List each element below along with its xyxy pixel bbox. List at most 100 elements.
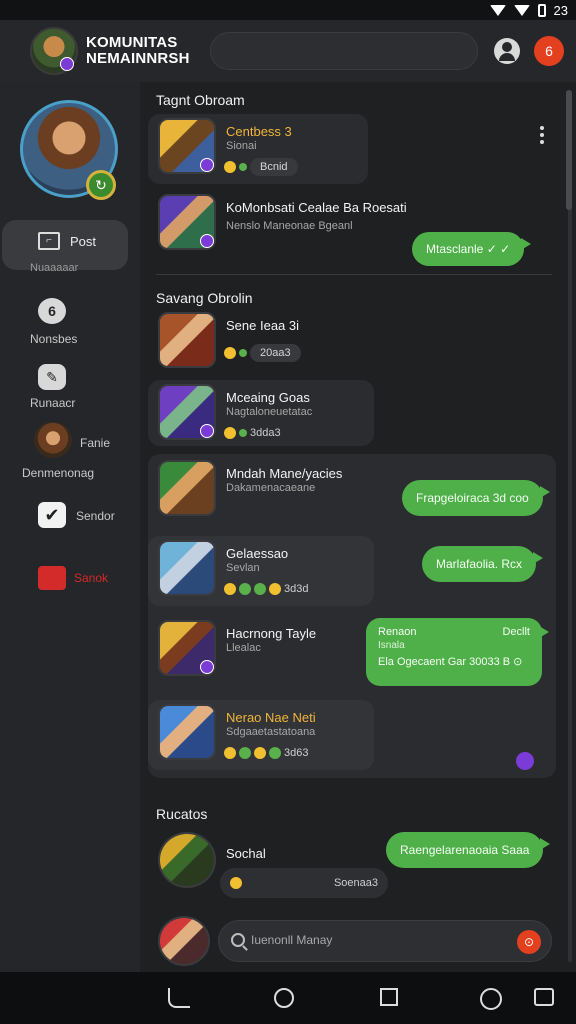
message-bubble[interactable]: Frapgeloiraca 3d coo xyxy=(402,480,550,516)
avatar xyxy=(158,460,216,516)
chat-glyph: ✎ xyxy=(46,368,58,385)
section-divider xyxy=(156,274,552,275)
check-icon xyxy=(239,429,247,437)
community-glyph: 6 xyxy=(48,303,56,319)
sidebar-item-post[interactable]: ⌐ Post Nuaaaaar xyxy=(2,220,128,274)
message-tag: Decllt xyxy=(502,626,530,638)
message-title: Renaon xyxy=(378,626,417,638)
message-input[interactable]: Iuenonll Manay ⊙ xyxy=(218,920,552,962)
thread-name: Sene Ieaa 3i xyxy=(226,318,300,333)
badge-icon xyxy=(200,424,214,438)
signal-icon xyxy=(513,4,530,16)
meta-text: Soenaa3 xyxy=(333,877,378,889)
back-icon[interactable] xyxy=(168,988,190,1008)
search-input[interactable] xyxy=(210,32,478,70)
community-icon[interactable]: 6 xyxy=(38,298,66,324)
badge-icon xyxy=(200,234,214,248)
clover-icon xyxy=(239,583,251,595)
store-icon[interactable] xyxy=(38,566,66,590)
status-bar: 23 xyxy=(0,0,576,20)
badge-icon xyxy=(200,158,214,172)
emoji-icon xyxy=(224,347,236,359)
emoji-icon xyxy=(230,877,242,889)
avatar xyxy=(158,916,210,966)
message-text: Frapgeloiraca 3d coo xyxy=(416,491,529,505)
app-logo[interactable] xyxy=(30,27,78,75)
thread-meta: 20aa3 xyxy=(224,344,301,362)
hero-icon[interactable] xyxy=(34,422,72,458)
thread-subtitle: Llealac xyxy=(226,642,261,654)
search-icon xyxy=(231,933,245,947)
meta-pill: Bcnid xyxy=(250,158,298,176)
app-title: KOMUNITAS NEMAINNRSH xyxy=(86,35,196,67)
chat-icon[interactable]: ✎ xyxy=(38,364,66,390)
send-glyph: ⊙ xyxy=(523,935,535,949)
sidebar-item-label[interactable]: Fanie xyxy=(80,436,110,450)
section-title: Tagnt Obroam xyxy=(156,92,245,108)
thread-meta: Bcnid xyxy=(224,158,298,176)
check-glyph: ✔ xyxy=(44,504,60,525)
sidebar-item-label[interactable]: Nonsbes xyxy=(30,332,77,346)
clock-text: 23 xyxy=(553,2,568,18)
thread-meta: 3dda3 xyxy=(224,424,281,442)
meta-pill: 20aa3 xyxy=(250,344,301,362)
thread-subtitle: Nenslo Maneonae Bgeanl xyxy=(226,220,353,232)
avatar xyxy=(158,312,216,368)
message-text: Raengelarenaoaia Saaa xyxy=(400,843,530,857)
thread-name: Hacrnong Tayle xyxy=(226,626,317,641)
sidebar-item-label[interactable]: Sanok xyxy=(74,571,108,585)
sidebar: ↻ ⌐ Post Nuaaaaar 6 Nonsbes ✎ Runaacr Fa… xyxy=(0,82,140,972)
scrollbar-thumb[interactable] xyxy=(566,90,572,210)
scrollbar-track[interactable] xyxy=(568,132,572,962)
thread-name: Gelaessao xyxy=(226,546,289,561)
notification-glyph: 6 xyxy=(545,43,553,59)
post-icon: ⌐ xyxy=(38,232,60,250)
emoji-icon xyxy=(224,747,236,759)
message-bubble[interactable]: Marlafaolia. Rcx xyxy=(422,546,544,582)
input-placeholder: Iuenonll Manay xyxy=(251,933,333,947)
emoji-icon xyxy=(224,583,236,595)
message-text: Ela Ogecaent Gar 30033 B ⊙ xyxy=(378,656,523,668)
app-header: KOMUNITAS NEMAINNRSH 6 xyxy=(0,20,576,82)
meta-text: 3d63 xyxy=(284,747,309,759)
thread-name: Mceaing Goas xyxy=(226,390,310,405)
app-title-line2: NEMAINNRSH xyxy=(86,50,190,67)
profile-icon[interactable] xyxy=(494,38,520,64)
message-text: Mtasclanle ✓ ✓ xyxy=(426,242,511,256)
avatar xyxy=(158,540,216,596)
sidebar-item-label[interactable]: Sendor xyxy=(76,509,115,523)
send-button[interactable]: ⊙ xyxy=(517,930,541,954)
clover-icon xyxy=(269,747,281,759)
check-icon[interactable]: ✔ xyxy=(38,502,66,528)
message-bubble[interactable]: Renaon Decllt Isnala Ela Ogecaent Gar 30… xyxy=(366,618,549,686)
home-icon[interactable] xyxy=(274,988,294,1008)
unread-badge-icon xyxy=(516,752,534,770)
bag-icon[interactable] xyxy=(534,988,554,1006)
clock-icon[interactable] xyxy=(480,988,502,1010)
thread-name: Nerao Nae Neti xyxy=(226,710,316,725)
thread-name: KoMonbsati Cealae Ba Roesati xyxy=(226,200,407,215)
more-options-icon[interactable] xyxy=(540,126,544,144)
notification-icon[interactable]: 6 xyxy=(534,36,564,66)
emoji-icon xyxy=(224,427,236,439)
system-nav-bar xyxy=(0,972,576,1024)
thread-subtitle: Sevlan xyxy=(226,562,260,574)
sidebar-item-sublabel: Denmenonag xyxy=(22,466,95,480)
thread-name: Centbess 3 xyxy=(226,124,292,139)
thread-meta: 3d63 xyxy=(224,744,308,762)
check-icon xyxy=(239,163,247,171)
battery-icon xyxy=(537,3,546,17)
sidebar-item-label[interactable]: Runaacr xyxy=(30,396,75,410)
message-bubble[interactable]: Raengelarenaoaia Saaa xyxy=(386,832,551,868)
chat-list: Tagnt Obroam Centbess 3 Sionai Bcnid KoM… xyxy=(140,82,576,972)
recent-apps-icon[interactable] xyxy=(380,988,398,1006)
clover-icon xyxy=(239,747,251,759)
message-subtitle: Isnala xyxy=(378,640,405,651)
check-icon xyxy=(239,349,247,357)
sidebar-item-sublabel: Nuaaaaar xyxy=(30,262,79,274)
meta-text: 3dda3 xyxy=(250,427,281,439)
section-title: Savang Obrolin xyxy=(156,290,253,306)
avatar xyxy=(158,832,216,888)
message-bubble[interactable]: Mtasclanle ✓ ✓ xyxy=(412,232,532,266)
star-icon xyxy=(254,747,266,759)
